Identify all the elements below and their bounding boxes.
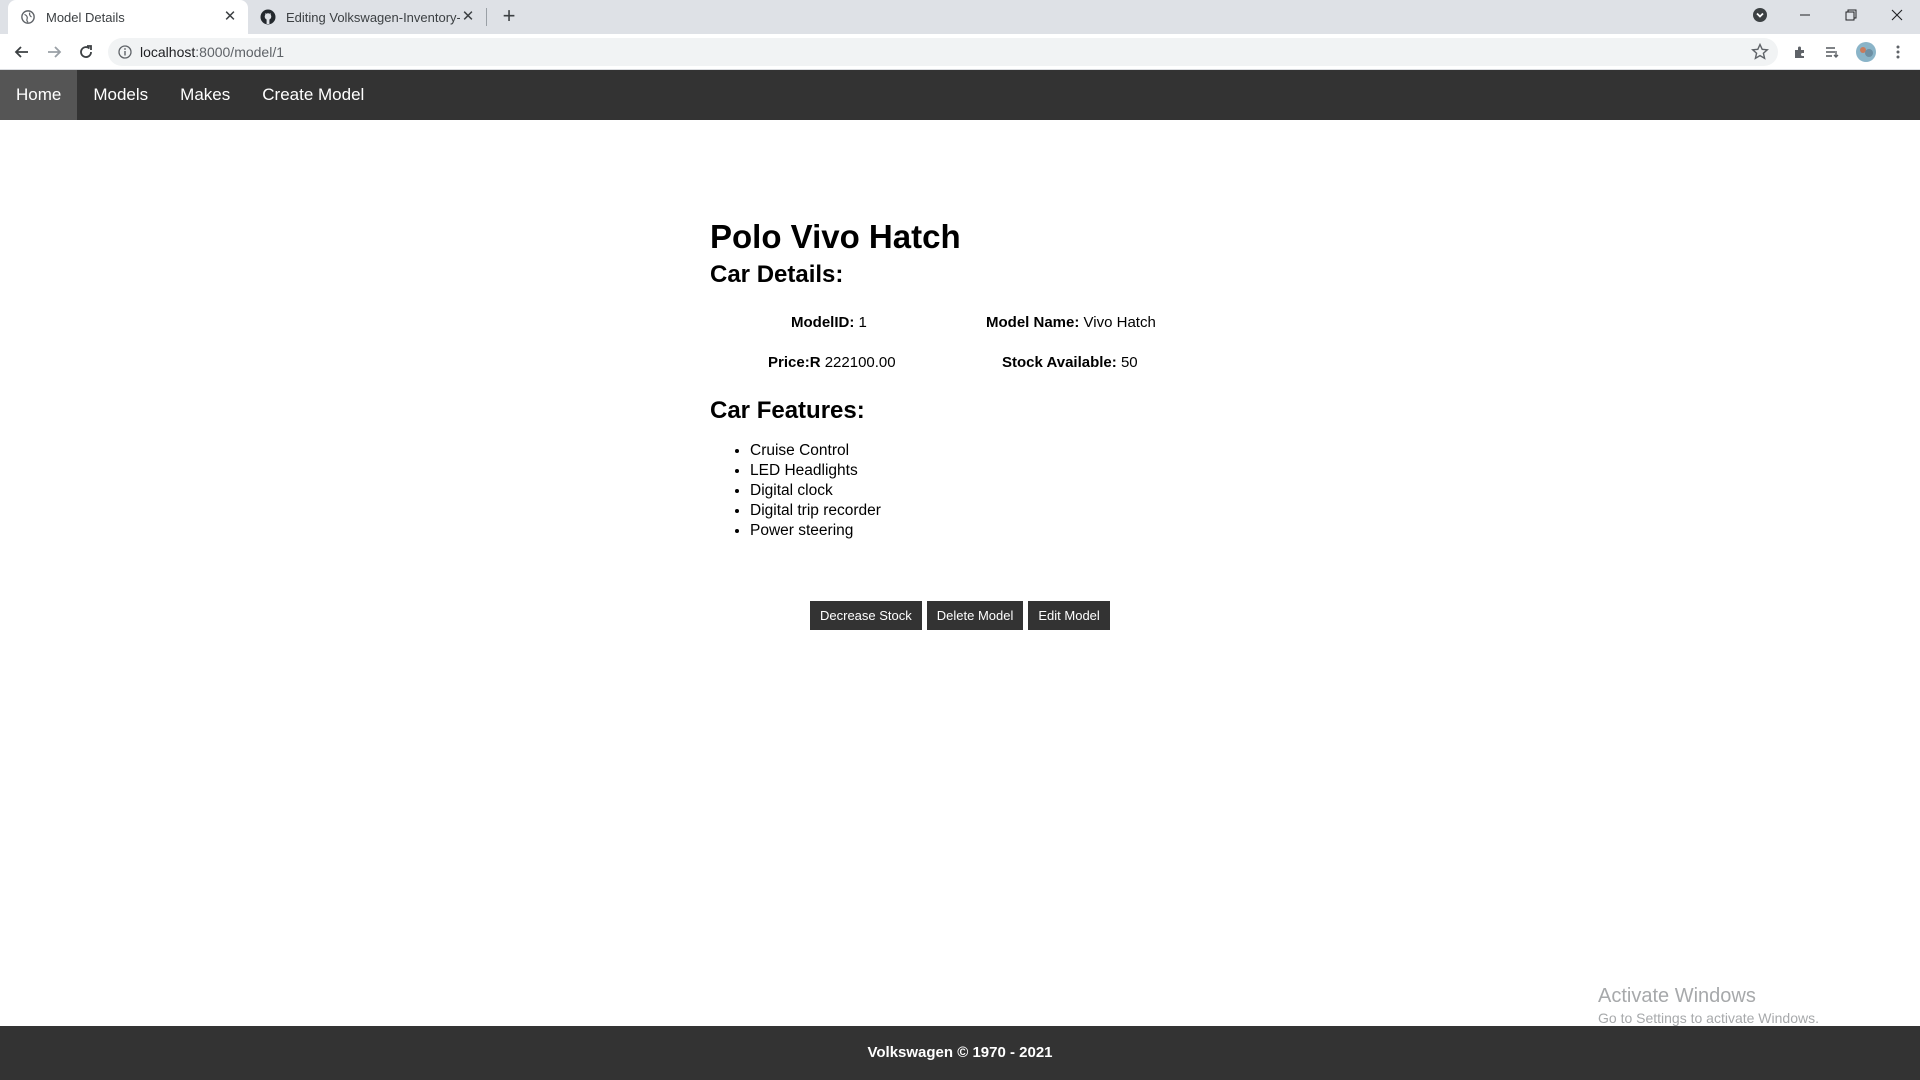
url-text: localhost:8000/model/1 bbox=[140, 44, 284, 60]
stock-value: 50 bbox=[1120, 354, 1138, 371]
list-item: Digital trip recorder bbox=[750, 501, 1310, 521]
stock-label: Stock Available: bbox=[1002, 354, 1117, 371]
model-name-field: Model Name: Vivo Hatch bbox=[986, 314, 1156, 331]
list-item: Cruise Control bbox=[750, 441, 1310, 461]
tab-title: Model Details bbox=[46, 9, 125, 25]
extensions-icon[interactable] bbox=[1786, 38, 1814, 66]
price-label: Price:R bbox=[768, 354, 821, 371]
close-window-icon[interactable] bbox=[1874, 0, 1920, 30]
reading-list-icon[interactable] bbox=[1818, 38, 1846, 66]
globe-icon bbox=[20, 9, 36, 25]
address-bar[interactable]: localhost:8000/model/1 bbox=[108, 38, 1778, 66]
info-icon[interactable] bbox=[118, 45, 132, 59]
model-id-label: ModelID: bbox=[791, 314, 855, 331]
tab-title: Editing Volkswagen-Inventory-M bbox=[286, 9, 460, 25]
model-name-label: Model Name: bbox=[986, 314, 1080, 331]
model-name-value: Vivo Hatch bbox=[1083, 314, 1156, 331]
list-item: LED Headlights bbox=[750, 461, 1310, 481]
nav-create-model[interactable]: Create Model bbox=[246, 70, 380, 120]
close-icon[interactable]: ✕ bbox=[460, 9, 476, 25]
delete-model-button[interactable]: Delete Model bbox=[926, 601, 1024, 630]
price-value: 222100.00 bbox=[824, 354, 896, 371]
activate-windows-watermark: Activate Windows Go to Settings to activ… bbox=[1598, 983, 1819, 1027]
tab-search-icon[interactable] bbox=[1737, 0, 1783, 30]
browser-tabstrip: Model Details ✕ Editing Volkswagen-Inven… bbox=[0, 0, 1920, 34]
site-footer: Volkswagen © 1970 - 2021 bbox=[0, 1026, 1920, 1080]
reload-icon[interactable] bbox=[72, 38, 100, 66]
site-navbar: Home Models Makes Create Model bbox=[0, 70, 1920, 120]
kebab-menu-icon[interactable] bbox=[1884, 38, 1912, 66]
car-details-heading: Car Details: bbox=[710, 261, 844, 288]
minimize-icon[interactable] bbox=[1782, 0, 1828, 30]
browser-tab-editing[interactable]: Editing Volkswagen-Inventory-M ✕ bbox=[250, 0, 486, 34]
edit-model-button[interactable]: Edit Model bbox=[1028, 601, 1110, 630]
back-arrow-icon[interactable] bbox=[8, 38, 36, 66]
car-features-heading: Car Features: bbox=[710, 397, 865, 424]
url-host: localhost bbox=[140, 44, 196, 60]
close-icon[interactable]: ✕ bbox=[222, 9, 238, 25]
model-id-field: ModelID: 1 bbox=[791, 314, 867, 331]
page-title: Polo Vivo Hatch bbox=[710, 218, 961, 255]
model-actions: Decrease Stock Delete Model Edit Model bbox=[810, 601, 1110, 630]
decrease-stock-button[interactable]: Decrease Stock bbox=[810, 601, 922, 630]
watermark-title: Activate Windows bbox=[1598, 985, 1756, 1007]
forward-arrow-icon[interactable] bbox=[40, 38, 68, 66]
list-item: Power steering bbox=[750, 521, 1310, 541]
browser-toolbar: localhost:8000/model/1 bbox=[0, 34, 1920, 70]
restore-icon[interactable] bbox=[1828, 0, 1874, 30]
features-list: Cruise Control LED Headlights Digital cl… bbox=[710, 441, 1310, 541]
footer-text: Volkswagen © 1970 - 2021 bbox=[867, 1044, 1053, 1061]
stock-field: Stock Available: 50 bbox=[1002, 354, 1138, 371]
list-item: Digital clock bbox=[750, 481, 1310, 501]
new-tab-button[interactable]: + bbox=[496, 4, 522, 30]
watermark-subtitle: Go to Settings to activate Windows. bbox=[1598, 1010, 1819, 1026]
car-details-grid: ModelID: 1 Model Name: Vivo Hatch Price:… bbox=[710, 291, 1310, 395]
nav-home[interactable]: Home bbox=[0, 70, 78, 120]
model-details-content: Polo Vivo Hatch Car Details: ModelID: 1 … bbox=[710, 215, 1310, 541]
profile-avatar-icon[interactable] bbox=[1852, 38, 1880, 66]
price-field: Price:R 222100.00 bbox=[768, 354, 896, 371]
nav-models[interactable]: Models bbox=[77, 70, 164, 120]
tab-divider bbox=[486, 8, 487, 26]
github-icon bbox=[260, 9, 276, 25]
nav-makes[interactable]: Makes bbox=[164, 70, 246, 120]
model-id-value: 1 bbox=[858, 314, 867, 331]
browser-tab-model-details[interactable]: Model Details ✕ bbox=[8, 0, 248, 34]
bookmark-star-icon[interactable] bbox=[1750, 42, 1770, 62]
url-path: :8000/model/1 bbox=[195, 44, 284, 60]
